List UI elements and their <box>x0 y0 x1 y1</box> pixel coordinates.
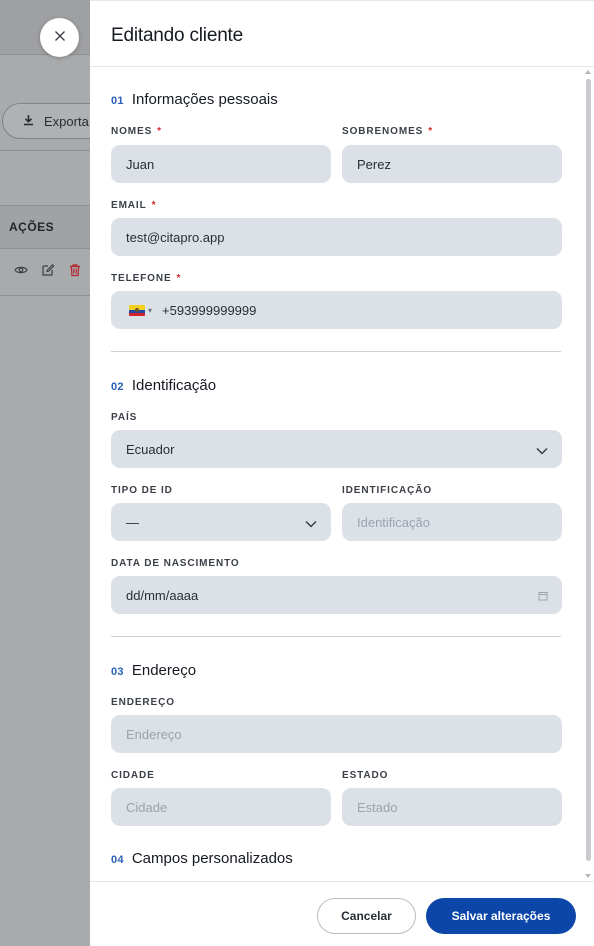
trash-icon[interactable] <box>68 263 82 282</box>
section-personal-info: 01 Informações pessoais <box>111 91 278 108</box>
first-name-label: NOMES * <box>111 126 162 137</box>
city-label: CIDADE <box>111 770 155 781</box>
edit-client-drawer: Editando cliente 01 Informações pessoais… <box>90 0 594 946</box>
id-type-select[interactable]: — <box>111 503 331 541</box>
phone-label: TELEFONE * <box>111 273 182 284</box>
export-button[interactable]: Exporta <box>2 103 90 139</box>
chevron-down-icon <box>305 516 317 531</box>
scroll-down-arrow-icon[interactable] <box>585 874 591 878</box>
birth-date-value: dd/mm/aaaa <box>126 587 199 603</box>
state-input[interactable]: Estado <box>342 788 562 826</box>
chevron-down-icon <box>536 443 548 458</box>
drawer-title: Editando cliente <box>111 25 244 46</box>
section-number: 01 <box>111 95 124 107</box>
last-name-label: SOBRENOMES * <box>342 126 434 137</box>
export-label: Exporta <box>44 113 89 129</box>
section-label: Informações pessoais <box>131 91 278 108</box>
birth-date-input[interactable]: dd/mm/aaaa <box>111 576 562 614</box>
first-name-input[interactable]: Juan <box>111 145 331 183</box>
country-value: Ecuador <box>126 441 175 457</box>
scroll-up-arrow-icon[interactable] <box>585 70 591 74</box>
cancel-button[interactable]: Cancelar <box>317 898 416 934</box>
required-marker: * <box>428 126 434 137</box>
save-changes-button[interactable]: Salvar alterações <box>426 898 576 934</box>
section-label: Endereço <box>131 662 197 679</box>
email-label: EMAIL * <box>111 200 157 211</box>
country-select[interactable]: Ecuador <box>111 430 562 468</box>
table-header-actions: AÇÕES <box>0 205 90 249</box>
address-label: ENDEREÇO <box>111 697 175 708</box>
background-page: Exporta AÇÕES <box>0 0 90 946</box>
edit-icon[interactable] <box>41 263 55 282</box>
city-input[interactable]: Cidade <box>111 788 331 826</box>
section-custom-fields: 04 Campos personalizados <box>111 850 293 867</box>
phone-input[interactable]: ▾ +593999999999 <box>111 291 562 329</box>
required-marker: * <box>151 200 157 211</box>
table-row <box>0 250 90 296</box>
state-label: ESTADO <box>342 770 389 781</box>
section-number: 03 <box>111 666 124 678</box>
country-label: PAÍS <box>111 412 138 423</box>
last-name-input[interactable]: Perez <box>342 145 562 183</box>
required-marker: * <box>157 126 162 137</box>
calendar-icon[interactable] <box>538 589 548 604</box>
drawer-scrollbar[interactable] <box>583 67 594 881</box>
close-drawer-button[interactable] <box>40 18 79 57</box>
chevron-down-icon: ▾ <box>148 305 153 315</box>
phone-value: +593999999999 <box>162 302 257 318</box>
drawer-body: 01 Informações pessoais NOMES * Juan SOBR… <box>90 67 594 881</box>
section-divider <box>111 636 561 637</box>
divider <box>0 150 90 151</box>
section-identification: 02 Identificação <box>111 377 216 394</box>
email-input[interactable]: test@citapro.app <box>111 218 562 256</box>
ecuador-flag-icon[interactable] <box>129 304 145 316</box>
id-number-input[interactable]: Identificação <box>342 503 562 541</box>
required-marker: * <box>176 273 182 284</box>
scrollbar-thumb[interactable] <box>586 79 591 861</box>
section-label: Identificação <box>131 377 217 394</box>
address-input[interactable]: Endereço <box>111 715 562 753</box>
drawer-footer: Cancelar Salvar alterações <box>90 881 594 946</box>
eye-icon[interactable] <box>14 263 28 282</box>
section-number: 04 <box>111 854 124 866</box>
section-address: 03 Endereço <box>111 662 196 679</box>
id-number-label: IDENTIFICAÇÃO <box>342 485 433 496</box>
drawer-header: Editando cliente <box>90 1 594 67</box>
id-type-label: TIPO DE ID <box>111 485 173 496</box>
birth-date-label: DATA DE NASCIMENTO <box>111 558 240 569</box>
close-icon <box>54 29 66 47</box>
download-icon <box>23 114 34 129</box>
section-label: Campos personalizados <box>131 850 293 867</box>
section-number: 02 <box>111 381 124 393</box>
section-divider <box>111 351 561 352</box>
id-type-value: — <box>126 514 139 530</box>
